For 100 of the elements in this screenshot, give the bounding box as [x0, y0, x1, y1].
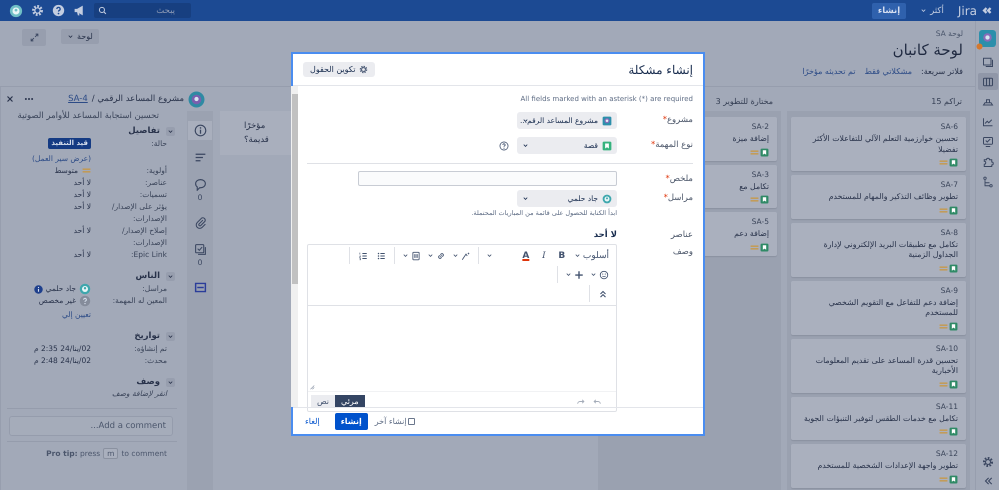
caret-icon [452, 252, 459, 259]
field-label: وصف [672, 246, 693, 257]
story-icon [760, 242, 769, 252]
board-menu[interactable]: لوحة [61, 29, 99, 44]
undo-icon[interactable] [593, 397, 602, 406]
scrollbar[interactable] [291, 86, 298, 407]
megaphone-icon[interactable] [73, 4, 86, 17]
monitor-icon [982, 136, 994, 148]
settings-icon[interactable] [982, 456, 994, 468]
story-icon [949, 264, 958, 272]
column-title: مختارة للتطوير 3 [716, 96, 773, 106]
board-icon [982, 76, 994, 88]
chevron-icon [167, 272, 174, 280]
quick-filters-label: فلاتر سريعة: [921, 67, 963, 76]
fullscreen-button[interactable] [22, 29, 46, 46]
section-toggle[interactable] [166, 272, 175, 280]
link-icon [436, 250, 446, 260]
attachment-icon [410, 250, 421, 260]
checkbox[interactable] [408, 418, 415, 424]
caret-icon [67, 33, 74, 40]
priority-icon [750, 195, 759, 204]
priority-icon [939, 322, 948, 330]
summary-field[interactable] [358, 171, 617, 186]
field-label: مراسل* [662, 192, 693, 203]
sparkle-icon [460, 250, 471, 260]
lines-icon [194, 151, 206, 164]
paperclip-icon [194, 216, 206, 229]
badge-icon [976, 43, 983, 50]
story-icon [949, 322, 958, 330]
puzzle-icon [982, 156, 994, 168]
collapse-icon[interactable] [982, 476, 992, 486]
double-chevron-icon [598, 288, 608, 298]
story-icon [760, 148, 769, 156]
numbered-list-icon [358, 250, 368, 260]
info-icon [34, 284, 43, 294]
italic-button[interactable]: I [534, 247, 553, 264]
section-toggle[interactable] [166, 378, 175, 386]
field-label: عناصر [670, 229, 693, 240]
quick-filter[interactable]: مشكلاتي فقط [864, 67, 912, 76]
more-menu[interactable]: أكثر [914, 6, 950, 16]
field-label: نوع المهمة* [650, 139, 693, 150]
logo-text[interactable]: Jira [958, 4, 977, 18]
project-name[interactable]: مشروع المساعد الرقمي / [92, 94, 184, 104]
bold-button[interactable]: B [552, 247, 571, 264]
cancel-link[interactable]: إلغاء [305, 416, 320, 426]
resize-grip-icon [309, 384, 315, 390]
checkbox-label[interactable]: إنشاء آخر [374, 416, 407, 426]
editor-mode-tab[interactable]: مرئي [335, 395, 365, 408]
section-title: تواريخ [134, 331, 160, 341]
create-button[interactable]: إنشاء [872, 2, 906, 18]
section-toggle[interactable] [166, 126, 175, 136]
section-title: وصف [136, 377, 160, 387]
priority-icon [939, 427, 948, 436]
comment-field[interactable]: Add a comment... [9, 416, 173, 436]
section-toggle[interactable] [166, 332, 175, 340]
story-icon [760, 195, 769, 204]
branch-icon [982, 176, 994, 188]
sidebar-item[interactable] [978, 73, 998, 90]
project-avatar-icon[interactable] [979, 30, 996, 47]
dialog-title: إنشاء مشكلة [628, 62, 693, 76]
caret-icon [486, 252, 493, 259]
caret-icon [920, 7, 928, 14]
priority-icon [939, 206, 948, 214]
issue-key-link[interactable]: SA-4 [68, 94, 88, 104]
board-title: لوحة كانبان [892, 41, 963, 59]
priority-icon [939, 474, 948, 484]
caret-icon [565, 271, 572, 278]
caret-icon [590, 271, 597, 278]
editor-mode-tab[interactable]: نص [311, 395, 336, 408]
priority-icon [939, 158, 948, 167]
close-icon[interactable] [6, 95, 14, 103]
section-title: تفاصيل [128, 126, 160, 136]
info-icon [194, 124, 206, 137]
help-icon[interactable] [52, 4, 65, 17]
unassigned-avatar-icon [79, 295, 91, 307]
search-field[interactable]: يبحث [94, 3, 191, 18]
issue-title: تحسين استجابة المساعد للأوامر الصوتية [16, 111, 159, 121]
story-icon [602, 140, 612, 150]
text-color-button[interactable]: A [516, 247, 535, 264]
story-icon [949, 474, 958, 484]
chevron-icon [167, 378, 174, 386]
configure-fields-button[interactable]: تكوين الحقول [303, 62, 376, 77]
style-dropdown[interactable]: أسلوب [570, 247, 612, 264]
layers-icon [982, 56, 994, 68]
quick-filter[interactable]: تم تحديثه مؤخرًا [802, 67, 856, 76]
caret-icon [522, 142, 529, 149]
caret-icon [402, 252, 409, 259]
panel-tab[interactable] [188, 121, 212, 140]
avatar-icon[interactable] [9, 4, 23, 18]
chart-icon [982, 116, 994, 128]
story-icon [949, 380, 958, 388]
chevron-icon [167, 128, 174, 134]
search-icon [98, 6, 107, 15]
checklist-icon [194, 243, 206, 256]
field-label: ملخص* [664, 173, 693, 184]
create-button[interactable]: إنشاء [334, 412, 368, 430]
caret-icon [426, 252, 434, 259]
redo-icon[interactable] [576, 397, 585, 406]
message-line: قديمة؟ [244, 134, 270, 147]
help-icon[interactable] [499, 140, 509, 150]
